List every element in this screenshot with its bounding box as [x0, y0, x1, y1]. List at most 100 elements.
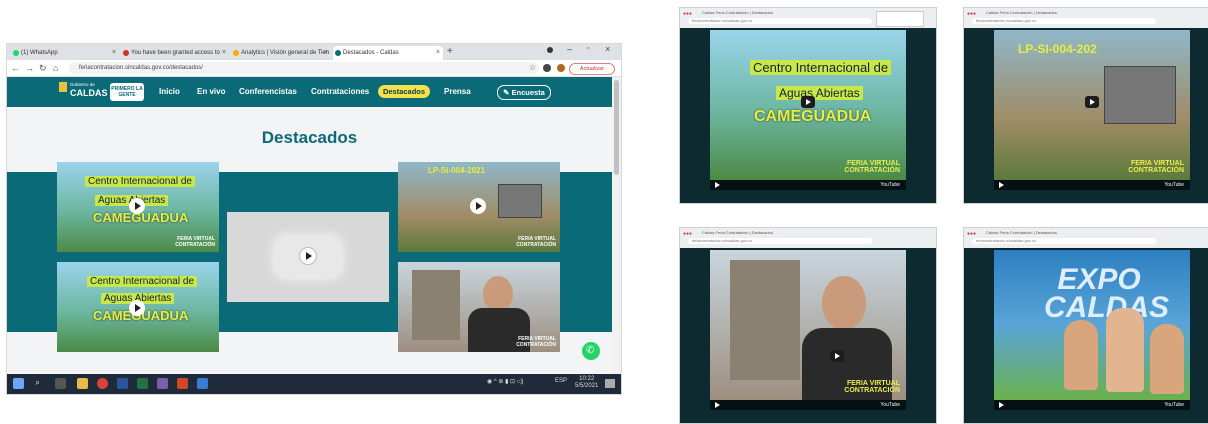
teams-icon[interactable]	[157, 378, 168, 389]
close-icon[interactable]: ×	[436, 46, 440, 60]
video-card-process[interactable]: LP-SI-004-2021 FERIA VIRTUAL CONTRATACIÓN	[398, 162, 560, 252]
video-card-cameguadua-1[interactable]: Centro Internacional de Aguas Abiertas C…	[57, 162, 219, 252]
card-title-line1: Centro Internacional de	[85, 176, 195, 187]
close-icon[interactable]: ×	[222, 46, 226, 60]
person-face	[822, 276, 866, 330]
video-card-interview[interactable]: FERIA VIRTUAL CONTRATACIÓN	[398, 262, 560, 352]
play-control-icon[interactable]	[715, 402, 720, 408]
logo-top-text: Gobierno de	[70, 82, 95, 87]
primero-la-gente-badge: PRIMERO LA GENTE	[110, 83, 144, 101]
youtube-logo[interactable]: YouTube	[880, 400, 900, 410]
play-icon[interactable]	[300, 248, 316, 264]
whatsapp-float-button[interactable]: ✆	[582, 342, 600, 360]
task-view-icon[interactable]	[55, 378, 66, 389]
file-explorer-icon[interactable]	[77, 378, 88, 389]
video-controls[interactable]: YouTube	[994, 180, 1190, 190]
word-icon[interactable]	[117, 378, 128, 389]
forward-icon[interactable]: →	[25, 62, 34, 74]
play-control-icon[interactable]	[999, 402, 1004, 408]
tab-gmail[interactable]: You have been granted access to ×	[121, 46, 229, 60]
page-title: Destacados	[261, 128, 358, 147]
youtube-logo[interactable]: YouTube	[880, 180, 900, 190]
thumbnail-cameguadua: ●●● Caldas Feria Contratación | Destacad…	[680, 8, 936, 203]
tab-whatsapp[interactable]: (1) WhatsApp ×	[11, 46, 119, 60]
new-tab-button[interactable]: +	[447, 46, 453, 57]
extension-icon[interactable]	[543, 64, 551, 72]
notifications-icon[interactable]	[605, 379, 615, 388]
whatsapp-icon	[13, 50, 19, 56]
profile-dot-icon[interactable]	[547, 47, 553, 53]
feria-virtual-logo: FERIA VIRTUAL CONTRATACIÓN	[516, 236, 556, 248]
video-controls[interactable]: YouTube	[710, 180, 906, 190]
windows-start-icon[interactable]	[13, 378, 24, 389]
tab-strip: (1) WhatsApp × You have been granted acce…	[7, 44, 621, 60]
play-icon[interactable]	[801, 96, 815, 108]
back-icon[interactable]: ←	[11, 62, 20, 74]
child-image	[1064, 320, 1098, 390]
logo-text: CALDAS	[70, 88, 108, 98]
window-dots-icon: ●●●	[967, 231, 977, 237]
nav-prensa[interactable]: Prensa	[444, 87, 471, 96]
video-controls[interactable]: YouTube	[994, 400, 1190, 410]
taskbar: ⌕ ◉ ^ ⊕ ▮ ⊡ ◁) ESP 10:22 5/5/2021	[7, 374, 621, 394]
youtube-logo[interactable]: YouTube	[1164, 400, 1184, 410]
clock[interactable]: 10:22 5/5/2021	[575, 376, 598, 390]
truck-image	[498, 184, 542, 218]
play-control-icon[interactable]	[999, 182, 1004, 188]
nav-inicio[interactable]: Inicio	[159, 87, 180, 96]
mini-browser-chrome: ●●● Caldas Feria Contratación | Destacad…	[680, 8, 936, 28]
video-title-line3: CAMEGUADUA	[754, 108, 872, 125]
video-frame[interactable]: EXPO CALDAS	[994, 250, 1190, 400]
feria-virtual-logo: FERIA VIRTUAL CONTRATACIÓN	[1128, 160, 1184, 174]
nav-destacados[interactable]: Destacados	[378, 85, 430, 98]
video-controls[interactable]: YouTube	[710, 400, 906, 410]
avatar[interactable]	[557, 64, 565, 72]
truck-image	[1104, 66, 1176, 124]
powerpoint-icon[interactable]	[177, 378, 188, 389]
chrome-icon[interactable]	[97, 378, 108, 389]
feria-virtual-logo: FERIA VIRTUAL CONTRATACIÓN	[844, 380, 900, 394]
youtube-logo[interactable]: YouTube	[1164, 180, 1184, 190]
tab-destacados[interactable]: Destacados - Caldas ×	[333, 46, 443, 60]
play-icon[interactable]	[129, 300, 145, 316]
app-icon[interactable]	[197, 378, 208, 389]
whatsapp-notification	[876, 11, 924, 27]
home-icon[interactable]: ⌂	[53, 62, 58, 74]
video-frame[interactable]: Centro Internacional de Aguas Abiertas C…	[710, 30, 906, 180]
video-frame[interactable]: LP-SI-004-202 FERIA VIRTUAL CONTRATACIÓN	[994, 30, 1190, 180]
cathedral-image	[730, 260, 800, 380]
video-title-line1: Centro Internacional de	[750, 60, 892, 75]
video-card-loading[interactable]	[227, 212, 389, 302]
search-icon[interactable]: ⌕	[35, 377, 40, 388]
site-header: Gobierno de CALDAS PRIMERO LA GENTE Inic…	[7, 77, 612, 107]
play-icon[interactable]	[470, 198, 486, 214]
close-icon[interactable]: ×	[324, 46, 328, 60]
system-tray-icons[interactable]: ◉ ^ ⊕ ▮ ⊡ ◁)	[487, 378, 523, 385]
nav-contrataciones[interactable]: Contrataciones	[311, 87, 369, 96]
survey-button[interactable]: ✎ Encuesta	[497, 85, 551, 100]
play-icon[interactable]	[1085, 96, 1099, 108]
nav-en-vivo[interactable]: En vivo	[197, 87, 225, 96]
window-close-icon[interactable]: ×	[605, 44, 610, 54]
reload-icon[interactable]: ↻	[39, 62, 47, 74]
play-icon[interactable]	[830, 350, 844, 362]
window-dots-icon: ●●●	[683, 11, 693, 17]
play-icon[interactable]	[129, 198, 145, 214]
tab-analytics[interactable]: Analytics | Visión general de Tien ×	[231, 46, 331, 60]
close-icon[interactable]: ×	[112, 46, 116, 60]
update-button[interactable]: Actualizar	[569, 63, 615, 75]
analytics-icon	[233, 50, 239, 56]
minimize-icon[interactable]: –	[567, 44, 572, 54]
star-icon[interactable]: ☆	[529, 62, 536, 74]
child-image	[1150, 324, 1184, 394]
video-card-cameguadua-2[interactable]: Centro Internacional de Aguas Abiertas C…	[57, 262, 219, 352]
video-frame[interactable]: FERIA VIRTUAL CONTRATACIÓN	[710, 250, 906, 400]
scrollbar-thumb[interactable]	[614, 80, 619, 175]
nav-conferencistas[interactable]: Conferencistas	[239, 87, 297, 96]
whatsapp-icon: ✆	[586, 345, 595, 356]
language-indicator[interactable]: ESP	[555, 378, 567, 384]
play-control-icon[interactable]	[715, 182, 720, 188]
excel-icon[interactable]	[137, 378, 148, 389]
maximize-icon[interactable]: ▫	[587, 45, 589, 52]
url-input[interactable]: feriacontratacion.sincaldas.gov.co/desta…	[69, 62, 539, 74]
